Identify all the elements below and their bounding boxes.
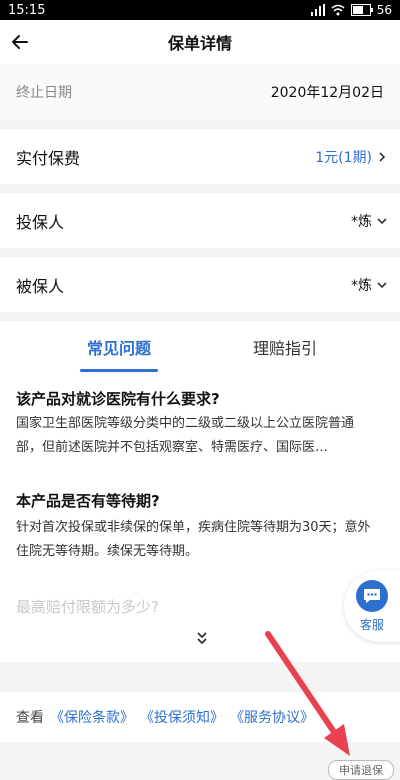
premium-row[interactable]: 实付保费 1元(1期) (0, 128, 400, 184)
status-time: 15:15 (8, 2, 46, 18)
end-date-value: 2020年12月02日 (270, 85, 384, 101)
insured-value: *炼 (351, 277, 372, 294)
chevron-down-icon (377, 281, 387, 288)
policyholder-row[interactable]: 投保人 *炼 (0, 192, 400, 248)
tab-faq[interactable]: 常见问题 (70, 321, 168, 373)
faq-question-3: 最高赔付限额为多少? (16, 598, 159, 616)
tab-claim-guide[interactable]: 理赔指引 (236, 321, 334, 373)
link-insurance-notice[interactable]: 《投保须知》 (140, 707, 224, 727)
policyholder-label: 投保人 (16, 212, 65, 232)
faq-question-1: 该产品对就诊医院有什么要求? (16, 390, 220, 408)
document-links: 查看 《保险条款》 《投保须知》 《服务协议》 (0, 692, 400, 742)
chevron-down-icon (377, 217, 387, 224)
link-policy-terms[interactable]: 《保险条款》 (50, 707, 134, 727)
battery-icon (350, 4, 373, 16)
end-date-row: 终止日期 2020年12月02日 (0, 64, 400, 120)
policyholder-value: *炼 (351, 213, 372, 230)
refund-button[interactable]: 申请退保 (328, 760, 394, 780)
back-button[interactable] (8, 30, 32, 54)
arrow-left-icon (12, 35, 28, 49)
insured-row[interactable]: 被保人 *炼 (0, 256, 400, 312)
status-bar: 15:15 56 (0, 0, 400, 20)
page-header: 保单详情 (0, 20, 400, 64)
signal-icon (310, 4, 325, 16)
links-prefix: 查看 (16, 710, 44, 726)
premium-label: 实付保费 (16, 148, 81, 168)
faq-list: 该产品对就诊医院有什么要求? 国家卫生部医院等级分类中的二级或二级以上公立医院普… (0, 372, 400, 662)
chevron-right-icon (379, 151, 386, 162)
chat-icon (356, 579, 388, 612)
double-chevron-down-icon (197, 632, 207, 645)
insured-label: 被保人 (16, 276, 65, 296)
faq-question-2: 本产品是否有等待期? (16, 492, 160, 510)
battery-level: 56 (376, 3, 392, 17)
faq-answer-2: 针对首次投保或非续保的保单，疾病住院等待期为30天；意外住院无等待期。续保无等待… (16, 520, 371, 559)
faq-tabs: 常见问题 理赔指引 (0, 320, 400, 373)
end-date-label: 终止日期 (16, 85, 72, 101)
customer-service-label: 客服 (359, 617, 384, 632)
premium-value: 1元(1期) (315, 149, 372, 166)
expand-button[interactable] (192, 628, 212, 648)
wifi-icon (331, 4, 345, 16)
page-title: 保单详情 (167, 34, 232, 53)
faq-answer-1: 国家卫生部医院等级分类中的二级或二级以上公立医院普通部，但前述医院并不包括观察室… (16, 416, 355, 455)
link-service-agreement[interactable]: 《服务协议》 (230, 707, 314, 727)
